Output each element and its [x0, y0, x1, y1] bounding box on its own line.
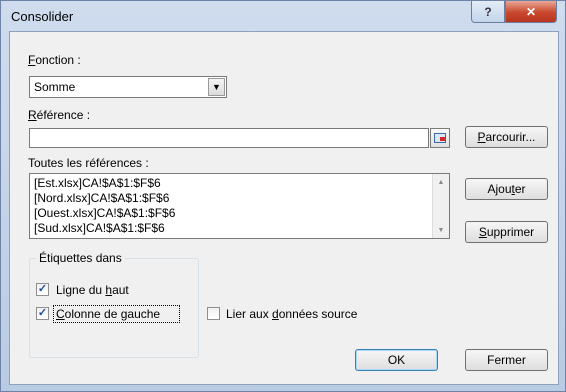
- top-row-label: Ligne du haut: [56, 283, 129, 297]
- dialog-title: Consolider: [11, 9, 74, 24]
- browse-button[interactable]: Parcourir...: [465, 126, 548, 148]
- close-icon: ✕: [525, 4, 537, 19]
- close-window-button[interactable]: ✕: [505, 1, 557, 23]
- help-icon: ?: [484, 4, 492, 19]
- delete-button[interactable]: Supprimer: [465, 221, 548, 243]
- top-row-checkbox[interactable]: ✓: [36, 283, 49, 296]
- close-button[interactable]: Fermer: [465, 349, 548, 371]
- function-select-value: Somme: [34, 80, 76, 94]
- list-item[interactable]: [Ouest.xlsx]CA!$A$1:$F$6: [34, 206, 175, 220]
- add-button[interactable]: Ajou t er: [465, 178, 548, 200]
- labels-group-title: Étiquettes dans: [36, 251, 125, 265]
- all-references-list[interactable]: [Est.xlsx]CA!$A$1:$F$6 [Nord.xlsx]CA!$A$…: [29, 173, 450, 239]
- link-source-label: Lier aux données source: [226, 307, 358, 321]
- scroll-down-icon[interactable]: ▼: [433, 222, 449, 238]
- dialog-body: Fonction : Somme ▼ Référence : Parcourir…: [9, 31, 559, 385]
- help-button[interactable]: ?: [471, 1, 505, 23]
- list-item[interactable]: [Nord.xlsx]CA!$A$1:$F$6: [34, 191, 169, 205]
- range-select-icon: [434, 133, 446, 143]
- reference-input[interactable]: [29, 128, 429, 148]
- ok-button[interactable]: OK: [355, 349, 438, 371]
- all-references-label: Toutes les références :: [28, 156, 149, 170]
- chevron-down-icon[interactable]: ▼: [208, 78, 225, 96]
- reference-label: Référence :: [28, 108, 91, 122]
- function-label: Fonction :: [28, 53, 81, 67]
- list-item[interactable]: [Sud.xlsx]CA!$A$1:$F$6: [34, 221, 165, 235]
- vertical-scrollbar[interactable]: ▲ ▼: [432, 174, 449, 238]
- list-item[interactable]: [Est.xlsx]CA!$A$1:$F$6: [34, 176, 161, 190]
- link-source-checkbox[interactable]: [207, 307, 220, 320]
- function-select[interactable]: Somme ▼: [29, 76, 227, 98]
- left-column-checkbox[interactable]: ✓: [36, 307, 49, 320]
- collapse-dialog-button[interactable]: [430, 128, 450, 148]
- left-column-label: Colonne de gauche: [56, 307, 161, 321]
- consolider-dialog: Consolider ? ✕ Fonction : Somme ▼ Référe…: [0, 0, 566, 392]
- scroll-up-icon[interactable]: ▲: [433, 174, 449, 190]
